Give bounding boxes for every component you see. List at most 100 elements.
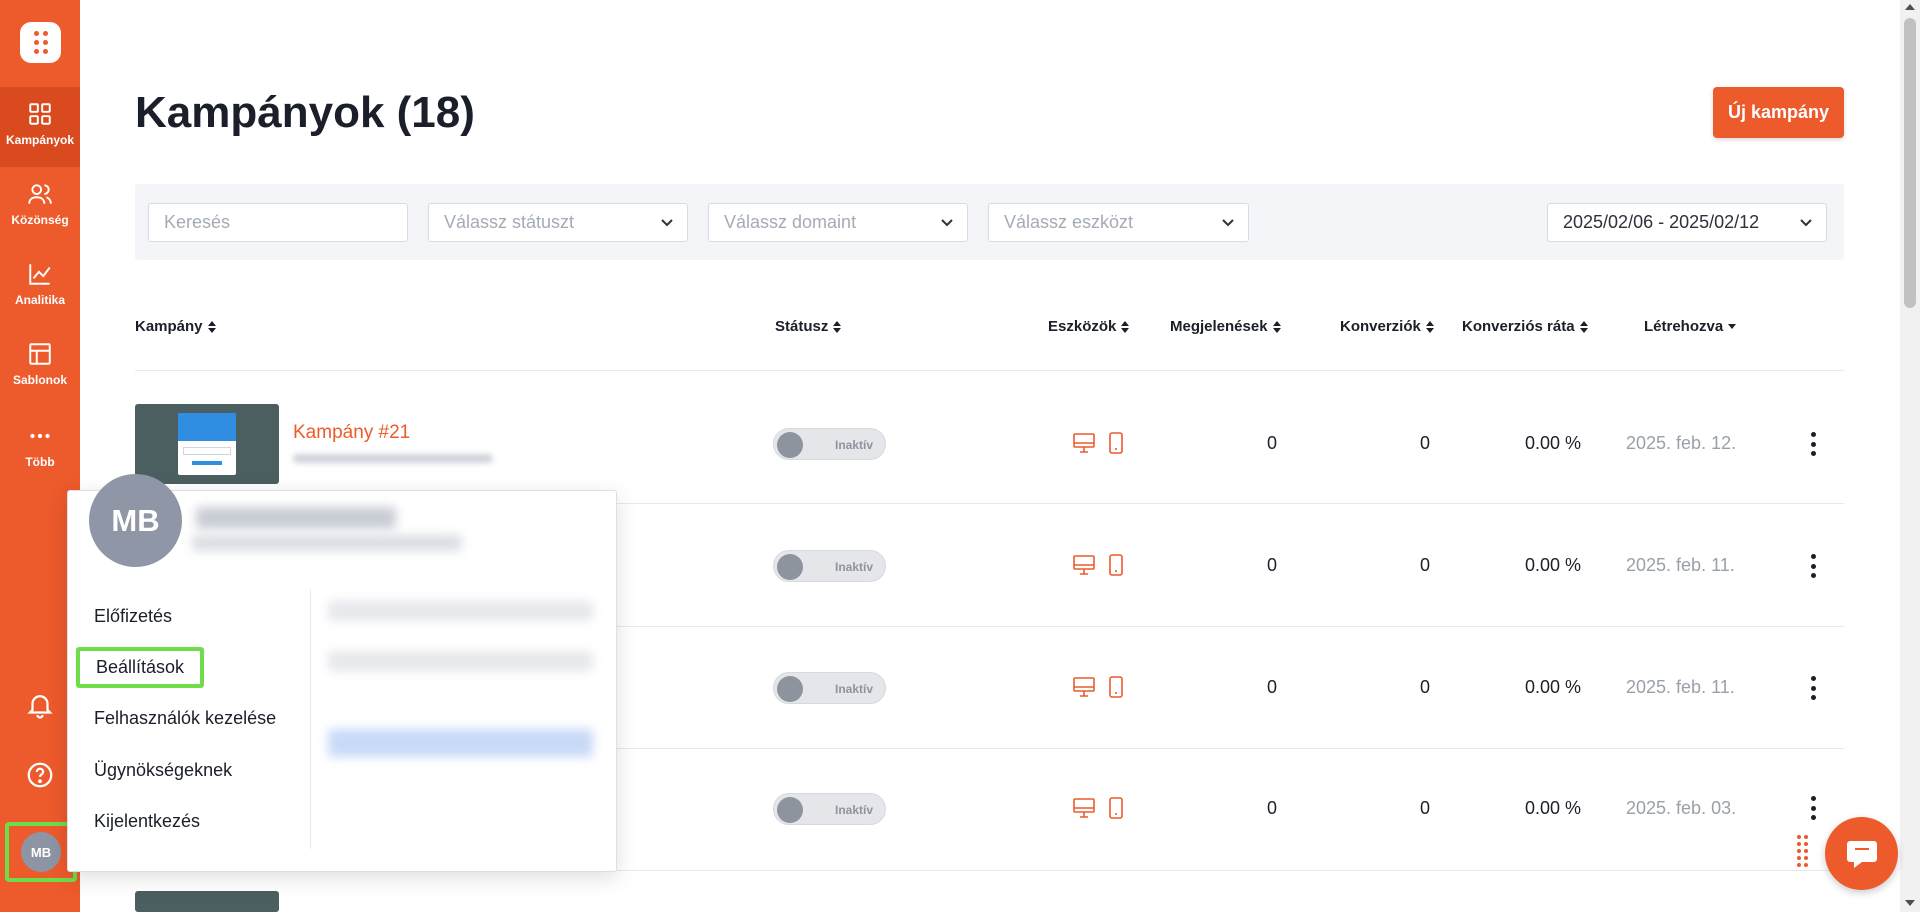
sort-icon [1272, 320, 1281, 333]
menu-item-user-management[interactable]: Felhasználók kezelése [94, 708, 276, 729]
menu-item-settings[interactable]: Beállítások [76, 647, 205, 688]
row-actions-icon[interactable] [1809, 676, 1817, 700]
row-actions-icon[interactable] [1809, 796, 1817, 820]
created-date: 2025. feb. 03. [1626, 798, 1737, 818]
mobile-icon [1109, 432, 1123, 454]
users-icon [28, 184, 52, 204]
campaign-domain-blurred [293, 454, 493, 463]
status-toggle-label: Inaktív [835, 438, 874, 452]
status-toggle-label: Inaktív [835, 560, 874, 574]
status-select[interactable]: Válassz státuszt [428, 203, 688, 242]
column-header-label: Megjelenések [1170, 318, 1268, 335]
date-range-value: 2025/02/06 - 2025/02/12 [1563, 212, 1760, 232]
domain-select[interactable]: Válassz domaint [708, 203, 968, 242]
scroll-up-icon[interactable] [1905, 4, 1915, 10]
desktop-icon [1073, 433, 1095, 453]
sidebar-item-label: Közönség [11, 213, 69, 227]
sidebar-item-campaigns[interactable]: Kampányok [0, 87, 80, 167]
column-header-label: Státusz [775, 318, 829, 335]
chevron-down-icon [1800, 219, 1812, 227]
status-toggle-label: Inaktív [835, 682, 874, 696]
sort-icon [1579, 320, 1588, 333]
column-header-status[interactable]: Státusz [775, 318, 842, 335]
chevron-down-icon [1222, 219, 1234, 227]
column-header-label: Létrehozva [1644, 318, 1724, 335]
conversions-value: 0 [1419, 433, 1430, 453]
menu-item-subscription[interactable]: Előfizetés [94, 606, 172, 627]
subscription-info-blurred [328, 651, 593, 671]
mobile-icon [1109, 797, 1123, 819]
conversions-value: 0 [1419, 798, 1430, 818]
menu-item-agencies[interactable]: Ügynökségeknek [94, 760, 232, 781]
conversion-rate-value: 0.00 % [1524, 677, 1581, 697]
sidebar-item-analytics[interactable]: Analitika [0, 247, 80, 327]
campaign-name-link[interactable]: Kampány #21 [293, 422, 410, 444]
table-divider [135, 370, 1844, 371]
date-range-select[interactable]: 2025/02/06 - 2025/02/12 [1547, 203, 1827, 242]
menu-item-logout[interactable]: Kijelentkezés [94, 811, 200, 832]
campaign-thumbnail[interactable] [135, 891, 279, 912]
column-header-devices[interactable]: Eszközök [1048, 318, 1130, 335]
sort-icon [1425, 320, 1434, 333]
column-header-label: Eszközök [1048, 318, 1117, 335]
created-date: 2025. feb. 11. [1626, 555, 1735, 575]
row-actions-icon[interactable] [1809, 432, 1817, 456]
device-select[interactable]: Válassz eszközt [988, 203, 1249, 242]
conversion-rate-value: 0.00 % [1524, 798, 1581, 818]
upgrade-button-blurred[interactable] [328, 729, 593, 757]
impressions-value: 0 [1266, 555, 1277, 575]
column-header-impressions[interactable]: Megjelenések [1170, 318, 1281, 335]
campaign-thumbnail[interactable] [135, 404, 279, 484]
column-header-conversion-rate[interactable]: Konverziós ráta [1462, 318, 1588, 335]
desktop-icon [1073, 555, 1095, 575]
sidebar-item-label: Analitika [14, 293, 65, 307]
conversion-rate-value: 0.00 % [1524, 433, 1581, 453]
device-select-label: Válassz eszközt [1004, 212, 1134, 232]
sort-icon [833, 320, 842, 333]
scrollbar-thumb[interactable] [1904, 18, 1916, 308]
conversions-value: 0 [1419, 677, 1430, 697]
status-toggle-label: Inaktív [835, 803, 874, 817]
account-name-blurred [196, 507, 396, 529]
sort-desc-icon [1728, 324, 1737, 329]
impressions-value: 0 [1266, 798, 1277, 818]
logo-dots-icon [33, 31, 48, 54]
sidebar-item-audience[interactable]: Közönség [0, 167, 80, 247]
created-date: 2025. feb. 11. [1626, 677, 1735, 697]
status-toggle[interactable]: Inaktív [773, 793, 886, 825]
status-toggle[interactable]: Inaktív [773, 428, 886, 460]
conversion-rate-value: 0.00 % [1524, 555, 1581, 575]
subscription-info-blurred [328, 601, 593, 621]
column-header-campaign[interactable]: Kampány [135, 318, 216, 335]
account-email-blurred [192, 535, 462, 551]
chevron-down-icon [661, 219, 673, 227]
conversions-value: 0 [1419, 555, 1430, 575]
column-header-label: Konverziós ráta [1462, 318, 1575, 335]
new-campaign-button[interactable]: Új kampány [1713, 87, 1844, 138]
column-header-label: Konverziók [1340, 318, 1421, 335]
domain-select-label: Válassz domaint [724, 212, 857, 232]
mobile-icon [1109, 554, 1123, 576]
scroll-down-icon[interactable] [1905, 900, 1915, 906]
mobile-icon [1109, 676, 1123, 698]
search-input[interactable]: Keresés [148, 203, 408, 242]
desktop-icon [1073, 677, 1095, 697]
chat-button[interactable] [1825, 817, 1898, 890]
column-header-created[interactable]: Létrehozva [1644, 318, 1737, 335]
sidebar-item-label: Kampányok [5, 133, 75, 147]
desktop-icon [1073, 798, 1095, 818]
chat-bubble-icon [1846, 840, 1877, 868]
status-toggle[interactable]: Inaktív [773, 672, 886, 704]
thumbnail-preview [178, 413, 236, 475]
impressions-value: 0 [1266, 677, 1277, 697]
account-menu-avatar: MB [89, 474, 182, 567]
table-row[interactable]: Kampány #21 Inaktív 0 0 0.00 % 2025. feb… [0, 382, 1900, 504]
sort-icon [207, 320, 216, 333]
app-logo[interactable] [20, 22, 61, 63]
layout-icon [29, 343, 51, 365]
row-actions-icon[interactable] [1809, 554, 1817, 578]
drag-handle-icon[interactable] [1797, 835, 1808, 867]
page-title: Kampányok (18) [135, 88, 475, 137]
column-header-conversions[interactable]: Konverziók [1340, 318, 1434, 335]
status-toggle[interactable]: Inaktív [773, 550, 886, 582]
